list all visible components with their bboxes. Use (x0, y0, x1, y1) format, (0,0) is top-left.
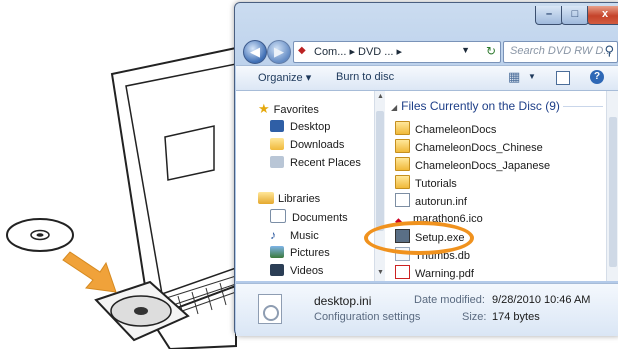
nav-item-desktop[interactable]: Desktop (270, 119, 330, 135)
address-breadcrumb[interactable]: Com... ▸ DVD ... ▸ (314, 45, 402, 58)
drive-icon: ◆ (298, 45, 306, 56)
preview-pane-icon[interactable] (556, 71, 570, 85)
group-header[interactable]: ◢ Files Currently on the Disc (9) (391, 99, 560, 113)
nav-label: Downloads (290, 139, 345, 151)
nav-label: Videos (290, 265, 324, 277)
nav-item-recent-places[interactable]: Recent Places (270, 155, 361, 171)
back-button[interactable]: ◀ (243, 40, 267, 64)
navigation-pane: ★ Favorites Desktop Downloads Recent Plac… (236, 91, 374, 281)
desktop-icon (270, 120, 284, 132)
refresh-icon[interactable]: ↻ (486, 44, 496, 58)
scroll-thumb[interactable] (376, 111, 384, 231)
nav-label: Recent Places (290, 157, 361, 169)
details-file-type: Configuration settings (314, 311, 421, 323)
nav-label: Music (290, 230, 319, 242)
nav-favorites[interactable]: ★ Favorites (258, 101, 319, 117)
chevron-down-icon[interactable]: ▼ (528, 72, 536, 81)
search-box[interactable]: Search DVD RW D... ⚲ (503, 41, 618, 63)
size-value: 174 bytes (492, 311, 540, 323)
pdf-icon (395, 265, 410, 279)
nav-item-music[interactable]: ♪ Music (270, 227, 319, 243)
details-file-name: desktop.ini (314, 294, 372, 308)
nav-label: Libraries (278, 193, 321, 205)
folder-icon (395, 175, 410, 189)
folder-icon (395, 157, 410, 171)
back-arrow-icon: ◀ (250, 44, 260, 59)
organize-button[interactable]: Organize ▾ (258, 71, 311, 84)
maximize-button[interactable]: □ (561, 6, 589, 25)
recent-places-icon (270, 156, 284, 168)
chevron-down-icon[interactable]: ▼ (461, 45, 470, 55)
nav-label: Documents (292, 212, 348, 224)
navigation-scrollbar[interactable]: ▲ ▼ (374, 91, 385, 281)
forward-button[interactable]: ▶ (267, 40, 291, 64)
minimize-button[interactable]: – (535, 6, 563, 25)
nav-label: Desktop (290, 121, 331, 133)
downloads-icon (270, 138, 284, 150)
music-icon: ♪ (270, 228, 276, 242)
nav-label: Favorites (273, 104, 319, 116)
file-name: Tutorials (415, 178, 457, 190)
group-header-label: Files Currently on the Disc (9) (401, 99, 560, 113)
command-bar: Organize ▾ Burn to disc ▦ ▼ ? (236, 65, 618, 91)
setup-highlight-circle (364, 221, 474, 255)
settings-file-icon (395, 193, 410, 207)
folder-icon (395, 139, 410, 153)
views-icon[interactable]: ▦ (508, 69, 520, 85)
group-divider (563, 106, 603, 107)
folder-icon (395, 121, 410, 135)
nav-label: Pictures (290, 247, 330, 259)
documents-icon (270, 209, 286, 223)
list-item[interactable]: ChameleonDocs_Japanese (395, 157, 550, 173)
list-item[interactable]: ChameleonDocs (395, 121, 496, 137)
burn-to-disc-button[interactable]: Burn to disc (336, 71, 394, 83)
search-input[interactable]: Search DVD RW D... (510, 45, 613, 57)
search-icon[interactable]: ⚲ (604, 43, 614, 59)
videos-icon (270, 264, 284, 276)
list-item[interactable]: ChameleonDocs_Chinese (395, 139, 543, 155)
list-item[interactable]: Tutorials (395, 175, 457, 191)
nav-item-videos[interactable]: Videos (270, 263, 323, 279)
config-file-icon (258, 294, 282, 324)
date-modified-label: Date modified: (414, 294, 485, 306)
nav-item-downloads[interactable]: Downloads (270, 137, 344, 153)
pictures-icon (270, 246, 284, 258)
file-name: autorun.inf (415, 196, 467, 208)
nav-item-documents[interactable]: Documents (270, 209, 348, 225)
nav-libraries[interactable]: Libraries (258, 191, 320, 207)
file-name: ChameleonDocs_Chinese (415, 142, 543, 154)
help-icon[interactable]: ? (590, 70, 604, 84)
details-pane: desktop.ini Configuration settings Date … (236, 283, 618, 336)
collapse-triangle-icon[interactable]: ◢ (391, 103, 397, 112)
file-name: Warning.pdf (415, 268, 474, 280)
file-name: ChameleonDocs (415, 124, 497, 136)
insert-arrow (62, 251, 117, 293)
forward-arrow-icon: ▶ (274, 44, 284, 59)
libraries-icon (258, 192, 274, 204)
file-name: ChameleonDocs_Japanese (415, 160, 551, 172)
nav-item-pictures[interactable]: Pictures (270, 245, 330, 261)
date-modified-value: 9/28/2010 10:46 AM (492, 294, 591, 306)
size-label: Size: (462, 311, 487, 323)
list-item[interactable]: autorun.inf (395, 193, 467, 209)
scroll-thumb[interactable] (609, 117, 617, 267)
address-bar[interactable]: ◆ Com... ▸ DVD ... ▸ ▼ ↻ (293, 41, 501, 63)
list-item[interactable]: Warning.pdf (395, 265, 474, 281)
scroll-down-icon[interactable]: ▼ (377, 269, 384, 276)
star-icon: ★ (258, 101, 270, 116)
close-button[interactable]: x (587, 6, 618, 25)
explorer-window: – □ x ◀ ▶ ◆ Com... ▸ DVD ... ▸ ▼ ↻ Searc… (234, 2, 618, 336)
file-list-scrollbar[interactable] (606, 91, 618, 281)
scroll-up-icon[interactable]: ▲ (377, 93, 384, 100)
